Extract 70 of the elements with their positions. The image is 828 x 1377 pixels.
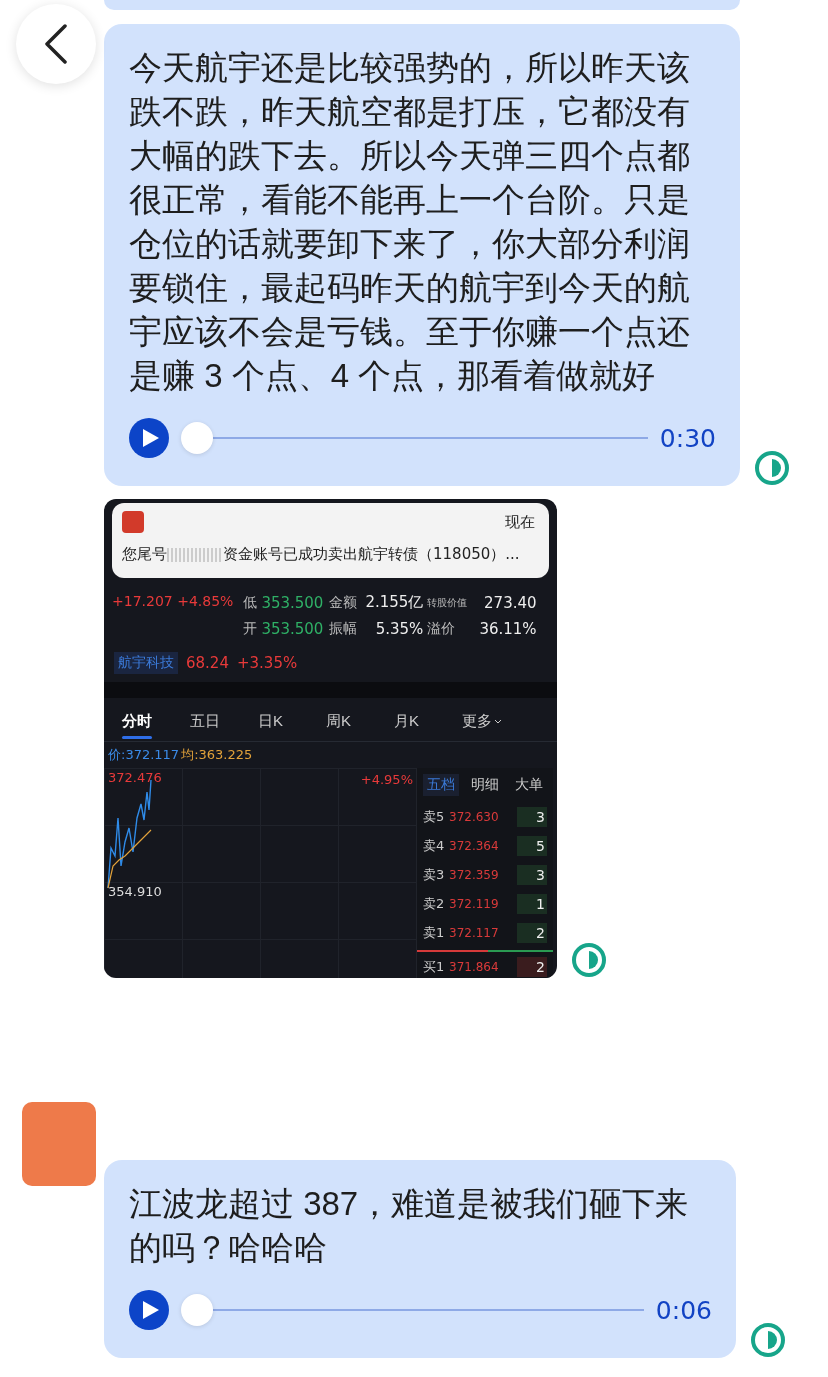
message-text: 江波龙超过 387，难道是被我们砸下来的吗？哈哈哈 <box>129 1184 690 1268</box>
slider-thumb[interactable] <box>181 1294 213 1326</box>
play-button[interactable] <box>129 1290 169 1330</box>
play-icon <box>142 429 159 447</box>
stat-value: 2.155亿 <box>365 593 425 612</box>
average-legend: 均:363.225 <box>181 746 253 764</box>
order-book-tab[interactable]: 明细 <box>467 774 503 796</box>
play-icon <box>142 1301 159 1319</box>
status-icon <box>571 942 607 978</box>
audio-track[interactable] <box>181 424 648 452</box>
order-label: 卖2 <box>423 894 446 913</box>
order-volume: 1 <box>517 893 547 914</box>
order-label: 卖1 <box>423 923 446 942</box>
order-volume: 3 <box>517 806 547 827</box>
order-volume: 5 <box>517 835 547 856</box>
play-button[interactable] <box>129 418 169 458</box>
chart-tab[interactable]: 分时 <box>122 706 190 741</box>
duration: 0:30 <box>659 423 716 453</box>
redacted-mark <box>167 547 223 562</box>
order-volume: 3 <box>517 864 547 885</box>
stat-value: 353.500 <box>261 620 325 638</box>
app-icon <box>122 511 144 533</box>
stat-label: 转股价值 <box>427 595 469 610</box>
stat-value: 273.40 <box>483 593 538 612</box>
stat-value: 353.500 <box>261 593 325 612</box>
notification-time: 现在 <box>505 512 535 532</box>
status-icon <box>750 1322 786 1358</box>
chart-tab[interactable]: 周K <box>326 706 394 741</box>
high-price: 372.476 <box>108 770 162 785</box>
order-price: 372.364 <box>449 838 500 853</box>
audio-track[interactable] <box>181 1296 644 1324</box>
stock-price: 68.24 <box>186 654 229 672</box>
stat-value: 36.11% <box>479 620 538 638</box>
chart-tab[interactable]: 月K <box>394 706 462 741</box>
order-label: 卖4 <box>423 836 446 855</box>
price-legend: 价:372.117 <box>108 746 180 764</box>
percent-label: +4.95% <box>360 772 413 787</box>
order-price: 372.630 <box>449 809 500 824</box>
stock-name[interactable]: 航宇科技 <box>114 652 178 674</box>
order-label: 卖3 <box>423 865 446 884</box>
message-text: 今天航宇还是比较强势的，所以昨天该跌不跌，昨天航空都是打压，它都没有大幅的跌下去。所以今天弹三四个点都很正常，看能不能再上一个台阶。只是仓位的话就要卸下来了，你大部分利润要锁住，最起码昨天的航宇到今天的航宇应该不会是亏钱。至于你赚一个点还是赚 3 个点、4 个点，那看着做就好 <box>129 48 691 396</box>
status-icon <box>754 450 790 486</box>
order-label: 卖5 <box>423 807 446 826</box>
stat-label: 溢价 <box>427 620 457 638</box>
back-icon <box>44 24 68 64</box>
notification-text: 您尾号 <box>122 545 167 564</box>
stat-value: 5.35% <box>374 620 425 638</box>
order-price: 372.359 <box>449 867 500 882</box>
stat-label: 开 <box>243 620 259 638</box>
stat-label: 金额 <box>329 593 359 612</box>
order-price: 372.119 <box>449 896 500 911</box>
stat-label: 低 <box>243 593 259 612</box>
order-volume: 2 <box>517 956 547 977</box>
notification-text: 资金账号已成功卖出航宇转债（118050）... <box>223 545 520 564</box>
order-label: 买1 <box>423 957 446 976</box>
order-book-tab[interactable]: 五档 <box>423 774 459 796</box>
stock-change: +3.35% <box>236 654 298 672</box>
chart-tab[interactable]: 五日 <box>190 706 258 741</box>
duration: 0:06 <box>655 1295 712 1325</box>
low-price: 354.910 <box>108 884 162 899</box>
chart-tab[interactable]: 更多 <box>462 706 530 741</box>
slider-thumb[interactable] <box>181 422 213 454</box>
order-price: 372.117 <box>449 925 500 940</box>
stat-label: 振幅 <box>329 620 359 638</box>
order-price: 371.864 <box>449 959 500 974</box>
price-change: +17.207 +4.85% <box>112 593 234 611</box>
chevron-down-icon <box>494 718 502 725</box>
chart-tab[interactable]: 日K <box>258 706 326 741</box>
order-volume: 2 <box>517 922 547 943</box>
order-book-tab[interactable]: 大单 <box>511 774 547 796</box>
